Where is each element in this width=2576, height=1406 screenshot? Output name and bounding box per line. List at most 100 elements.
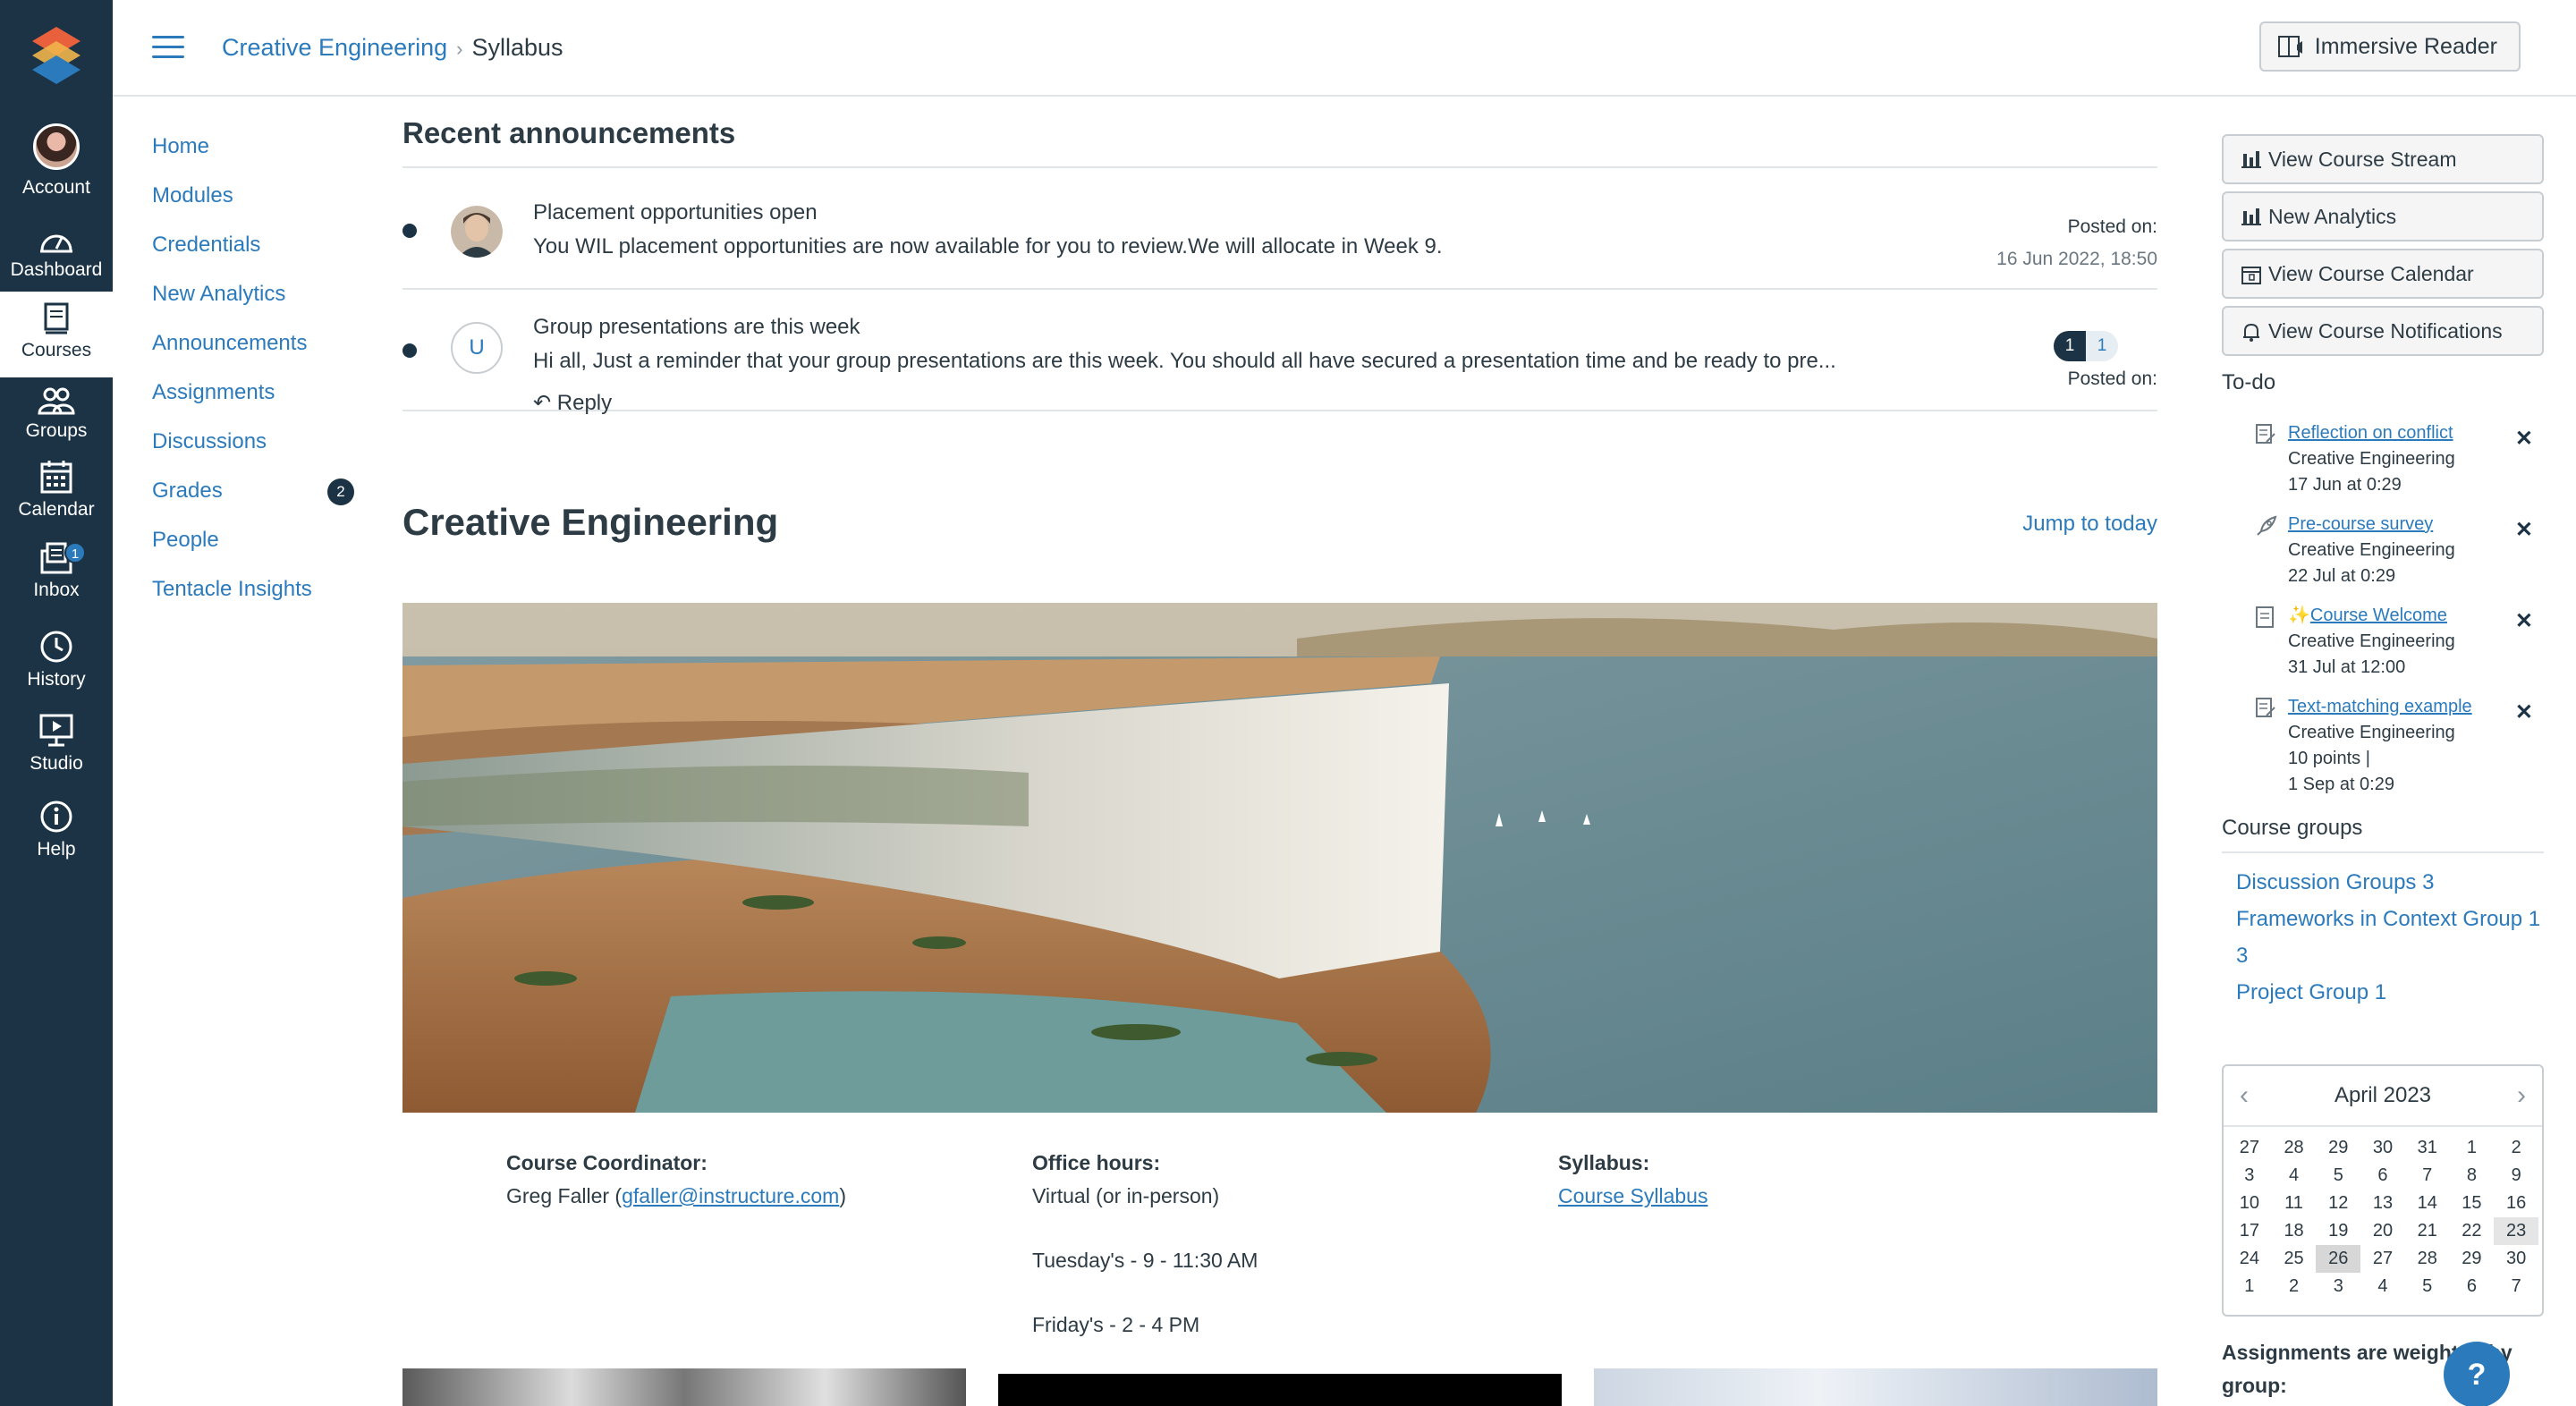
announcement-item[interactable]: U Group presentations are this week Hi a… [402, 290, 2157, 415]
view-course-notifications-button[interactable]: View Course Notifications [2222, 306, 2544, 356]
nav-studio[interactable]: Studio [0, 714, 113, 778]
calendar-day[interactable]: 17 [2227, 1217, 2272, 1245]
dismiss-icon[interactable]: ✕ [2515, 699, 2533, 725]
announcement-title[interactable]: Group presentations are this week [533, 315, 860, 340]
nav-inbox[interactable]: 1 Inbox [0, 542, 113, 606]
calendar-day[interactable]: 8 [2450, 1162, 2495, 1190]
calendar-day[interactable]: 4 [2272, 1162, 2317, 1190]
calendar-day[interactable]: 20 [2360, 1217, 2405, 1245]
group-link[interactable]: Project Group 1 [2222, 974, 2544, 1011]
nav-history[interactable]: History [0, 630, 113, 694]
calendar-day[interactable]: 4 [2360, 1273, 2405, 1300]
todo-title-link[interactable]: Course Welcome [2310, 606, 2447, 625]
course-nav-new-analytics[interactable]: New Analytics [152, 282, 367, 331]
course-nav-discussions[interactable]: Discussions [152, 429, 367, 479]
course-nav-grades-row[interactable]: Grades 2 [152, 479, 367, 528]
dismiss-icon[interactable]: ✕ [2515, 517, 2533, 543]
dismiss-icon[interactable]: ✕ [2515, 608, 2533, 634]
todo-title-link[interactable]: Text-matching example [2288, 694, 2544, 720]
calendar-day[interactable]: 13 [2360, 1190, 2405, 1217]
course-nav-grades[interactable]: Grades [152, 479, 223, 503]
calendar-day[interactable]: 7 [2494, 1273, 2538, 1300]
calendar-day[interactable]: 31 [2405, 1134, 2450, 1162]
announcement-posted: Posted on: 16 Jun 2022, 18:50 [1996, 211, 2157, 275]
calendar-day[interactable]: 26 [2316, 1245, 2361, 1273]
course-nav-announcements[interactable]: Announcements [152, 331, 367, 380]
nav-help[interactable]: Help [0, 800, 113, 864]
announcement-item[interactable]: Placement opportunities open You WIL pla… [402, 168, 2157, 290]
calendar-day[interactable]: 29 [2316, 1134, 2360, 1162]
jump-to-today-link[interactable]: Jump to today [2022, 512, 2157, 537]
coordinator-email-link[interactable]: gfaller@instructure.com [622, 1184, 839, 1207]
announcement-title[interactable]: Placement opportunities open [533, 200, 818, 225]
calendar-day[interactable]: 18 [2272, 1217, 2317, 1245]
coordinator-close: ) [839, 1184, 846, 1207]
chevron-left-icon[interactable]: ‹ [2240, 1066, 2249, 1125]
calendar-day[interactable]: 12 [2316, 1190, 2360, 1217]
todo-title-link[interactable]: Pre-course survey [2288, 512, 2544, 538]
calendar-day[interactable]: 15 [2450, 1190, 2495, 1217]
course-nav-modules[interactable]: Modules [152, 183, 367, 233]
nav-account[interactable]: Account [0, 123, 113, 206]
calendar-day[interactable]: 6 [2450, 1273, 2495, 1300]
course-groups-heading: Course groups [2222, 816, 2544, 853]
office-hours-line: Tuesday's - 9 - 11:30 AM [1032, 1249, 1258, 1272]
group-link[interactable]: Frameworks in Context Group 1 [2222, 901, 2544, 937]
help-fab-icon[interactable]: ? [2444, 1342, 2510, 1406]
calendar-day[interactable]: 27 [2360, 1245, 2405, 1273]
nav-calendar[interactable]: Calendar [0, 460, 113, 524]
calendar-day[interactable]: 6 [2360, 1162, 2405, 1190]
calendar-day[interactable]: 28 [2405, 1245, 2450, 1273]
calendar-day[interactable]: 25 [2272, 1245, 2317, 1273]
calendar-day[interactable]: 30 [2494, 1245, 2538, 1273]
breadcrumb-course-link[interactable]: Creative Engineering [222, 34, 447, 61]
immersive-reader-button[interactable]: Immersive Reader [2258, 21, 2521, 72]
course-syllabus-link[interactable]: Course Syllabus [1558, 1180, 1707, 1213]
calendar-day[interactable]: 5 [2316, 1162, 2360, 1190]
nav-label: Courses [21, 340, 92, 360]
calendar-day[interactable]: 16 [2494, 1190, 2538, 1217]
calendar-day[interactable]: 1 [2227, 1273, 2272, 1300]
group-link[interactable]: Discussion Groups 3 [2222, 864, 2544, 901]
chevron-right-icon[interactable]: › [2517, 1066, 2526, 1125]
course-nav-tentacle-insights[interactable]: Tentacle Insights [152, 577, 367, 626]
mini-calendar: ‹ April 2023 › 27 28 29 30 31 1 2 3 4 5 6 7 8 9 10 11 12… [2222, 1064, 2544, 1317]
calendar-day[interactable]: 24 [2227, 1245, 2272, 1273]
view-course-calendar-button[interactable]: View Course Calendar [2222, 249, 2544, 299]
course-nav-assignments[interactable]: Assignments [152, 380, 367, 429]
nav-dashboard[interactable]: Dashboard [0, 224, 113, 288]
calendar-day[interactable]: 11 [2272, 1190, 2317, 1217]
group-link[interactable]: 3 [2222, 937, 2544, 974]
calendar-day[interactable]: 3 [2227, 1162, 2272, 1190]
right-sidebar: View Course Stream New Analytics View Co… [2222, 134, 2544, 1397]
new-analytics-button[interactable]: New Analytics [2222, 191, 2544, 241]
logo-icon[interactable] [30, 25, 82, 86]
view-course-stream-button[interactable]: View Course Stream [2222, 134, 2544, 184]
calendar-day[interactable]: 29 [2450, 1245, 2495, 1273]
dismiss-icon[interactable]: ✕ [2515, 426, 2533, 452]
calendar-day[interactable]: 27 [2227, 1134, 2272, 1162]
calendar-day[interactable]: 14 [2405, 1190, 2450, 1217]
calendar-day[interactable]: 7 [2405, 1162, 2450, 1190]
course-nav-home[interactable]: Home [152, 134, 367, 183]
calendar-day[interactable]: 2 [2494, 1134, 2538, 1162]
calendar-day[interactable]: 28 [2272, 1134, 2317, 1162]
calendar-day[interactable]: 3 [2316, 1273, 2360, 1300]
calendar-day[interactable]: 23 [2494, 1217, 2538, 1245]
course-nav-credentials[interactable]: Credentials [152, 233, 367, 282]
nav-groups[interactable]: Groups [0, 386, 113, 451]
calendar-day[interactable]: 1 [2450, 1134, 2495, 1162]
calendar-day[interactable]: 21 [2405, 1217, 2450, 1245]
calendar-day[interactable]: 2 [2272, 1273, 2317, 1300]
calendar-day[interactable]: 19 [2316, 1217, 2360, 1245]
todo-title-link[interactable]: Reflection on conflict [2288, 420, 2544, 446]
course-nav-people[interactable]: People [152, 528, 367, 577]
calendar-day[interactable]: 30 [2360, 1134, 2405, 1162]
calendar-day[interactable]: 10 [2227, 1190, 2272, 1217]
nav-courses[interactable]: Courses [0, 292, 113, 377]
reply-link[interactable]: ↶ Reply [533, 390, 612, 416]
hamburger-menu-icon[interactable] [152, 36, 184, 59]
calendar-day[interactable]: 5 [2405, 1273, 2450, 1300]
calendar-day[interactable]: 9 [2494, 1162, 2538, 1190]
calendar-day[interactable]: 22 [2450, 1217, 2495, 1245]
